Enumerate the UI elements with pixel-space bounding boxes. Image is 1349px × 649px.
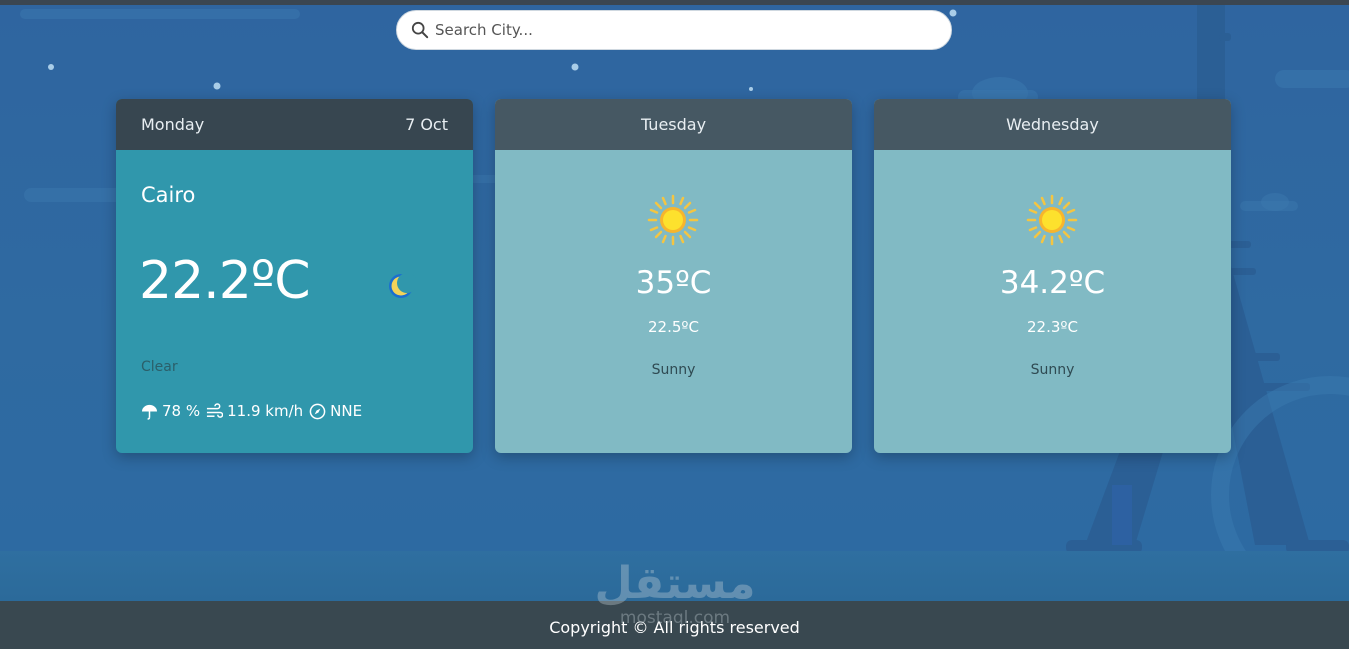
wind-direction-value: NNE bbox=[330, 402, 363, 420]
umbrella-icon bbox=[141, 404, 158, 420]
forecast-day: Wednesday bbox=[1006, 115, 1099, 134]
forecast-condition: Sunny bbox=[651, 362, 696, 378]
forecast-card-header: Tuesday bbox=[495, 99, 852, 150]
search-icon bbox=[411, 21, 429, 39]
forecast-max-temp: 34.2ºC bbox=[999, 265, 1106, 301]
today-card: Monday 7 Oct Cairo 22.2ºC Clear 78 % 11.… bbox=[116, 99, 473, 453]
city-name: Cairo bbox=[141, 183, 196, 207]
search-input[interactable] bbox=[433, 20, 937, 40]
today-day: Monday bbox=[141, 115, 205, 134]
current-temperature: 22.2ºC bbox=[139, 251, 311, 311]
compass-icon bbox=[309, 403, 326, 419]
sun-icon bbox=[1026, 194, 1078, 246]
watermark-arabic: مستقل bbox=[594, 558, 756, 609]
mostaql-watermark: مستقل mostaql.com bbox=[590, 558, 760, 628]
today-date: 7 Oct bbox=[405, 115, 448, 134]
forecast-card: Wednesday 34.2ºC 22.3ºC Sunny bbox=[874, 99, 1231, 453]
forecast-condition: Sunny bbox=[1030, 362, 1075, 378]
forecast-min-temp: 22.5ºC bbox=[648, 318, 699, 336]
current-condition: Clear bbox=[141, 359, 178, 375]
today-card-header: Monday 7 Oct bbox=[116, 99, 473, 150]
forecast-card-header: Wednesday bbox=[874, 99, 1231, 150]
wind-icon bbox=[207, 402, 224, 418]
search-bar[interactable] bbox=[396, 10, 952, 50]
forecast-card: Tuesday 35ºC 22.5ºC Sunny bbox=[495, 99, 852, 453]
watermark-latin: mostaql.com bbox=[619, 608, 731, 628]
wind-speed-value: 11.9 km/h bbox=[227, 402, 304, 420]
forecast-min-temp: 22.3ºC bbox=[1027, 318, 1078, 336]
forecast-day: Tuesday bbox=[640, 115, 707, 134]
weather-stats: 78 % 11.9 km/h NNE bbox=[141, 402, 368, 420]
forecast-max-temp: 35ºC bbox=[635, 265, 712, 301]
moon-icon bbox=[389, 273, 416, 298]
sun-icon bbox=[647, 194, 699, 246]
humidity-value: 78 % bbox=[162, 402, 201, 420]
